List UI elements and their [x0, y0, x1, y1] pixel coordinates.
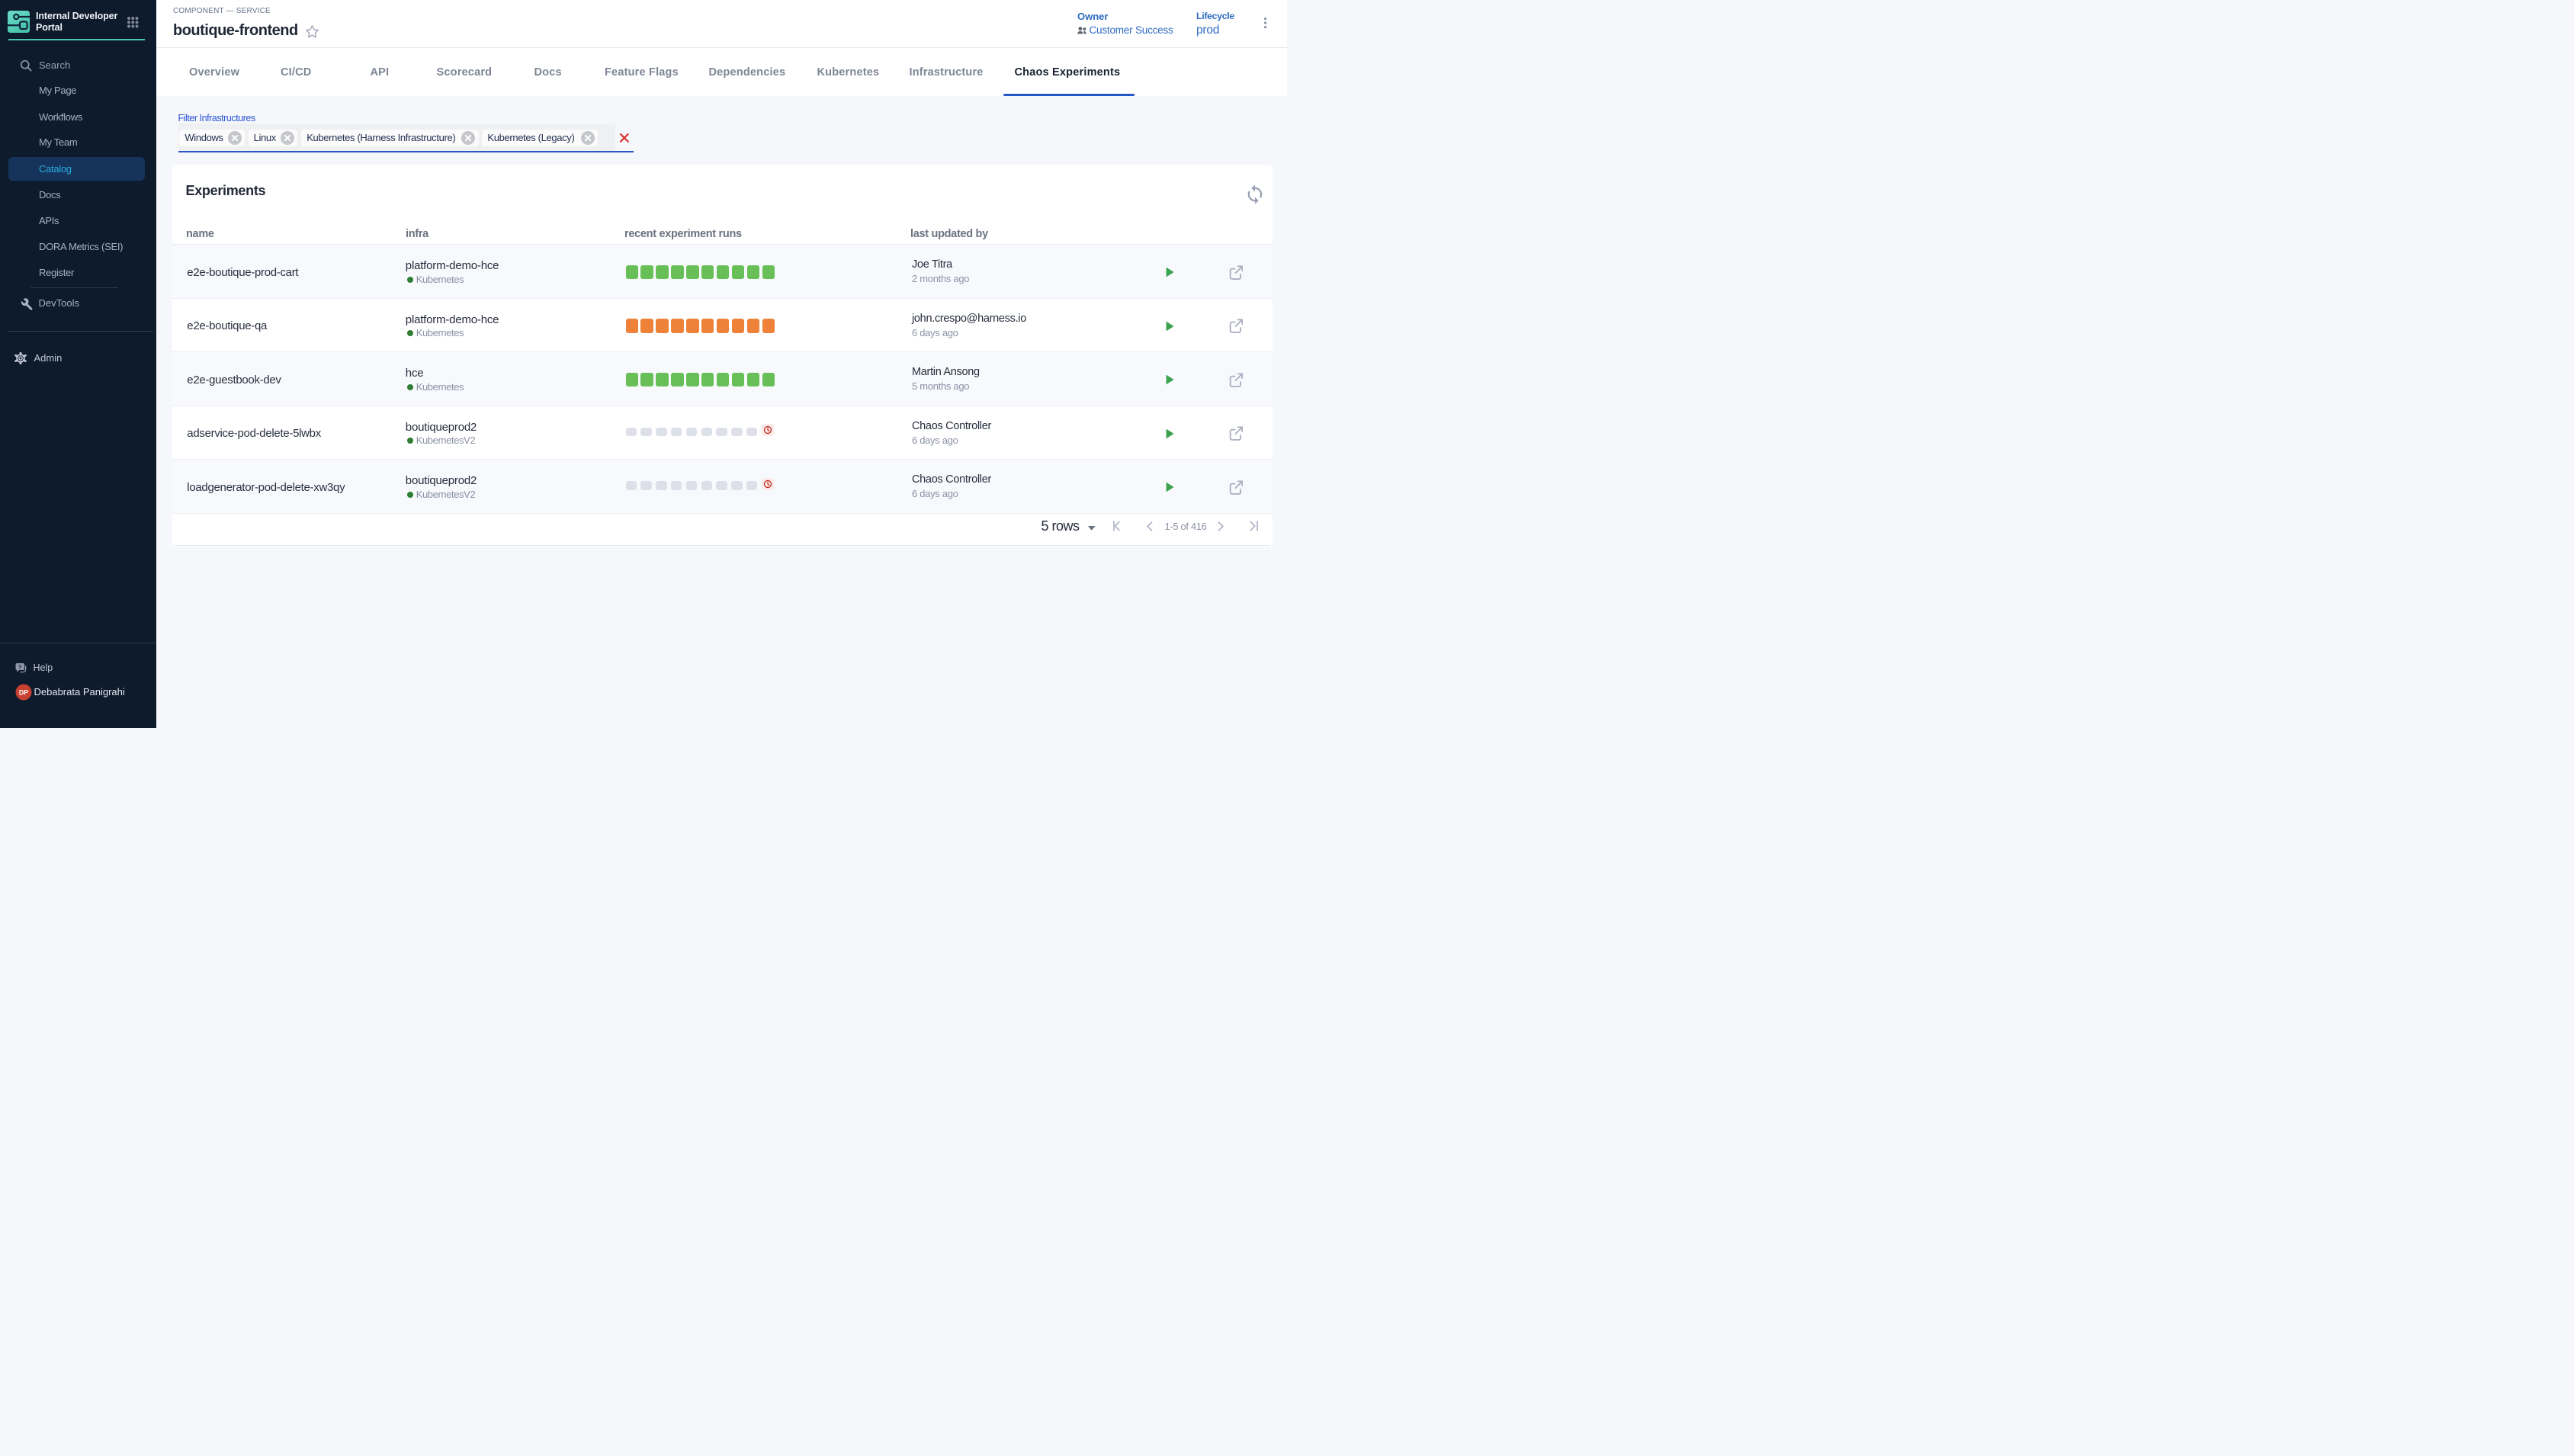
svg-text:?: ? — [18, 663, 21, 670]
svg-text:DP: DP — [18, 688, 27, 696]
